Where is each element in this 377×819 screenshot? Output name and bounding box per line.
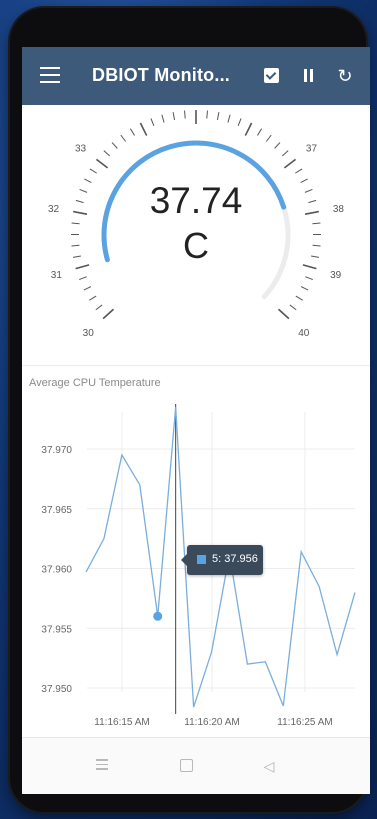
- android-nav-bar: ◁: [22, 737, 370, 794]
- home-icon[interactable]: [176, 756, 196, 776]
- gauge-tick-label: 37: [306, 143, 318, 154]
- gauge-tick: [139, 122, 148, 136]
- gauge-tick: [227, 114, 231, 123]
- y-tick-label: 37.960: [41, 565, 72, 576]
- gauge-tick: [95, 158, 109, 169]
- recent-apps-icon[interactable]: [92, 756, 112, 776]
- gauge-tick-label: 30: [83, 328, 95, 339]
- gauge-unit: C: [183, 225, 209, 266]
- section-divider: [22, 365, 370, 366]
- gauge-tick: [89, 168, 97, 174]
- x-tick-label: 11:16:25 AM: [277, 717, 332, 728]
- gauge-tick: [161, 114, 165, 123]
- app-title: DBIOT Monito...: [92, 65, 230, 85]
- gauge-tick: [237, 118, 242, 127]
- gauge-tick-label: 39: [330, 270, 342, 281]
- gauge-tick: [111, 142, 118, 149]
- y-tick-label: 37.955: [41, 624, 72, 635]
- gauge-tick: [283, 158, 297, 169]
- gauge-tick: [129, 128, 135, 136]
- app-screen: DBIOT Monito... ↻ 30 31 32 33 37 38 39 40 37.74…: [22, 47, 370, 794]
- highlighted-point[interactable]: [153, 611, 163, 621]
- gauge-tick: [102, 308, 115, 320]
- gauge-tick: [305, 276, 313, 281]
- gauge-tick: [150, 118, 155, 127]
- gauge-tick: [206, 110, 209, 119]
- gauge-tick: [83, 286, 92, 291]
- gauge-tick-label: 40: [298, 328, 310, 339]
- gauge-tick: [95, 304, 103, 311]
- gauge-tick: [71, 222, 80, 225]
- gauge-tick: [172, 112, 176, 121]
- gauge-tick: [244, 122, 253, 136]
- y-tick-label: 37.965: [41, 505, 72, 516]
- tooltip-text: 5: 37.956: [212, 553, 258, 565]
- x-tick-label: 11:16:20 AM: [184, 717, 239, 728]
- back-icon[interactable]: ◁: [259, 756, 279, 776]
- y-tick-label: 37.950: [41, 684, 72, 695]
- pause-icon[interactable]: [299, 66, 319, 86]
- gauge-tick: [295, 168, 303, 174]
- gauge-tick: [277, 308, 290, 320]
- gauge-tick: [300, 286, 309, 291]
- x-tick-label: 11:16:15 AM: [94, 717, 149, 728]
- gauge-tick: [281, 150, 289, 157]
- gauge-tick: [103, 150, 111, 157]
- gauge-tick: [216, 112, 220, 121]
- gauge-tick-label: 33: [75, 143, 87, 154]
- gauge-tick: [183, 110, 186, 119]
- gauge-tick: [312, 222, 321, 225]
- refresh-icon[interactable]: ↻: [335, 66, 355, 86]
- gauge-tick: [89, 295, 97, 301]
- gauge-tick: [295, 295, 303, 301]
- gauge-tick: [289, 304, 297, 311]
- menu-icon[interactable]: [40, 67, 60, 83]
- tooltip-swatch: [197, 555, 206, 564]
- gauge-tick: [120, 134, 127, 142]
- gauge-value: 37.74: [149, 180, 243, 221]
- gauge-tick: [274, 142, 281, 149]
- gauge-tick: [265, 134, 272, 142]
- gauge-tick: [79, 276, 87, 281]
- chart-title: Average CPU Temperature: [29, 377, 161, 389]
- check-icon[interactable]: [262, 66, 282, 86]
- gauge-tick: [257, 128, 263, 136]
- app-bar: DBIOT Monito... ↻: [22, 47, 370, 105]
- chart-tooltip: 5: 37.956: [181, 545, 263, 575]
- gauge-tick-label: 31: [51, 270, 63, 281]
- y-tick-label: 37.970: [41, 445, 72, 456]
